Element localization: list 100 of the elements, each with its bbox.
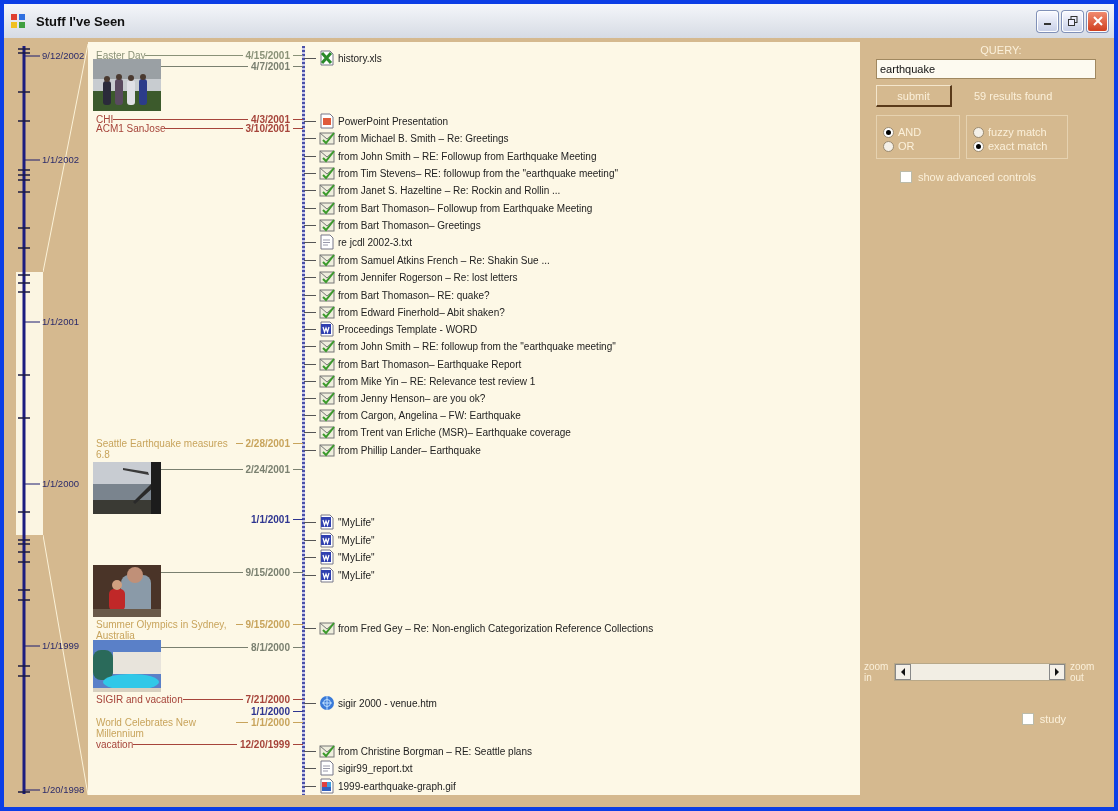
landmark-date: 9/15/2000 <box>245 619 290 630</box>
restore-icon <box>1067 16 1078 26</box>
window-title: Stuff I've Seen <box>36 13 127 29</box>
results-count: 59 results found <box>974 90 1053 102</box>
query-label: QUERY: <box>980 44 1022 56</box>
document-icon <box>319 567 335 583</box>
result-link[interactable]: from Jennifer Rogerson – Re: lost letters <box>338 271 518 283</box>
image-file-icon <box>319 778 335 794</box>
landmark-label: Seattle Earthquake measures 6.8 <box>96 438 229 460</box>
result-link[interactable]: from Cargon, Angelina – FW: Earthquake <box>338 409 521 421</box>
envelope-icon <box>319 390 335 406</box>
zoom-slider[interactable] <box>894 663 1066 681</box>
landmark-label: ACM1 SanJose <box>96 123 166 134</box>
landmark-date: 12/20/1999 <box>239 739 290 750</box>
landmark-label: vacation <box>96 739 134 750</box>
result-link[interactable]: from Janet S. Hazeltine – Re: Rockin and Rollin ... <box>338 184 561 196</box>
result-link[interactable]: from Jenny Henson– are you ok? <box>338 392 486 404</box>
result-link[interactable]: from Bart Thomason– Followup from Earthquake Meeting <box>338 202 593 214</box>
landmark-date: 2/24/2001 <box>245 464 290 475</box>
result-link[interactable]: from Trent van Erliche (MSR)– Earthquake coverage <box>338 426 571 438</box>
landmark-date: 1/1/2001 <box>251 514 290 525</box>
close-button[interactable] <box>1087 10 1108 32</box>
document-icon <box>319 549 335 565</box>
envelope-icon <box>319 252 335 268</box>
envelope-icon <box>319 743 335 759</box>
envelope-icon <box>319 182 335 198</box>
envelope-icon <box>319 148 335 164</box>
result-link[interactable]: "MyLife" <box>338 569 375 581</box>
envelope-icon <box>319 373 335 389</box>
envelope-icon <box>319 424 335 440</box>
date-label: 1/1/2001 <box>42 316 79 327</box>
envelope-icon <box>319 407 335 423</box>
landmark-label: SIGIR and vacation <box>96 694 183 705</box>
date-label: 1/1/2002 <box>42 154 79 165</box>
envelope-icon <box>319 338 335 354</box>
landmark-date: 1/1/2000 <box>251 717 290 728</box>
result-link[interactable]: "MyLife" <box>338 534 375 546</box>
date-label: 1/1/1999 <box>42 640 79 651</box>
date-label: 9/12/2002 <box>42 50 85 61</box>
close-icon <box>1092 16 1103 26</box>
envelope-icon <box>319 165 335 181</box>
spreadsheet-icon <box>319 50 335 66</box>
date-label: 1/1/2000 <box>42 478 79 489</box>
result-link[interactable]: from Fred Gey – Re: Non-englich Categorization Reference Collections <box>338 622 654 634</box>
text-file-icon <box>319 234 335 250</box>
date-label: 1/20/1998 <box>42 784 85 795</box>
landmark-label: Summer Olympics in Sydney, Australia <box>96 619 228 641</box>
landmark-date: 1/1/2000 <box>251 706 290 717</box>
text-file-icon <box>319 760 335 776</box>
envelope-icon <box>319 130 335 146</box>
result-link[interactable]: Proceedings Template - WORD <box>338 323 478 335</box>
document-icon <box>319 532 335 548</box>
envelope-icon <box>319 620 335 636</box>
result-link[interactable]: "MyLife" <box>338 516 375 528</box>
result-link[interactable]: history.xls <box>338 52 382 64</box>
query-field[interactable]: earthquake <box>876 59 1096 79</box>
restore-button[interactable] <box>1062 10 1083 32</box>
envelope-icon <box>319 304 335 320</box>
result-link[interactable]: sigir99_report.txt <box>338 762 413 774</box>
result-link[interactable]: "MyLife" <box>338 551 375 563</box>
landmark-date: 4/3/2001 <box>251 114 290 125</box>
result-link[interactable]: from Bart Thomason– Earthquake Report <box>338 358 522 370</box>
envelope-icon <box>319 269 335 285</box>
document-icon <box>319 514 335 530</box>
minimize-button[interactable] <box>1037 10 1058 32</box>
landmark-date: 3/10/2001 <box>245 123 290 134</box>
result-link[interactable]: from Bart Thomason– Greetings <box>338 219 481 231</box>
result-link[interactable]: re jcdl 2002-3.txt <box>338 236 412 248</box>
result-link[interactable]: sigir 2000 - venue.htm <box>338 697 437 709</box>
envelope-icon <box>319 287 335 303</box>
landmark-label: CHI <box>96 114 114 125</box>
slider-thumb[interactable] <box>911 664 1049 680</box>
result-link[interactable]: from Michael B. Smith – Re: Greetings <box>338 132 509 144</box>
landmark-date: 9/15/2000 <box>245 567 290 578</box>
landmark-date: 7/21/2000 <box>245 694 290 705</box>
result-link[interactable]: from Bart Thomason– RE: quake? <box>338 289 490 301</box>
result-link[interactable]: from John Smith – RE: followup from the "earthquake meeting" <box>338 340 616 352</box>
result-link[interactable]: from Samuel Atkins French – Re: Shakin Sue ... <box>338 254 550 266</box>
landmark-date: 2/28/2001 <box>245 438 290 449</box>
presentation-icon <box>319 113 335 129</box>
zoom-out-label: zoom out <box>1070 661 1096 683</box>
result-link[interactable]: 1999-earthquake-graph.gif <box>338 780 456 792</box>
landmark-label: Easter Day <box>96 50 146 61</box>
app-icon <box>10 13 26 29</box>
envelope-icon <box>319 217 335 233</box>
landmark-label: World Celebrates New Millennium <box>96 717 197 739</box>
landmark-date: 4/7/2001 <box>251 61 290 72</box>
result-link[interactable]: from Edward Finerhold– Abit shaken? <box>338 306 505 318</box>
envelope-icon <box>319 442 335 458</box>
result-link[interactable]: from Tim Stevens– RE: followup from the "earthquake meeting" <box>338 167 618 179</box>
range-highlight[interactable] <box>16 272 43 535</box>
zoom-in-label: zoom in <box>864 661 890 683</box>
result-link[interactable]: from Phillip Lander– Earthquake <box>338 444 481 456</box>
result-link[interactable]: from Christine Borgman – RE: Seattle plans <box>338 745 532 757</box>
result-link[interactable]: from John Smith – RE: Followup from Earthquake Meeting <box>338 150 597 162</box>
envelope-icon <box>319 200 335 216</box>
result-link[interactable]: from Mike Yin – RE: Relevance test review 1 <box>338 375 536 387</box>
landmark-date: 4/15/2001 <box>245 50 290 61</box>
globe-icon <box>319 695 335 711</box>
result-link[interactable]: PowerPoint Presentation <box>338 115 449 127</box>
